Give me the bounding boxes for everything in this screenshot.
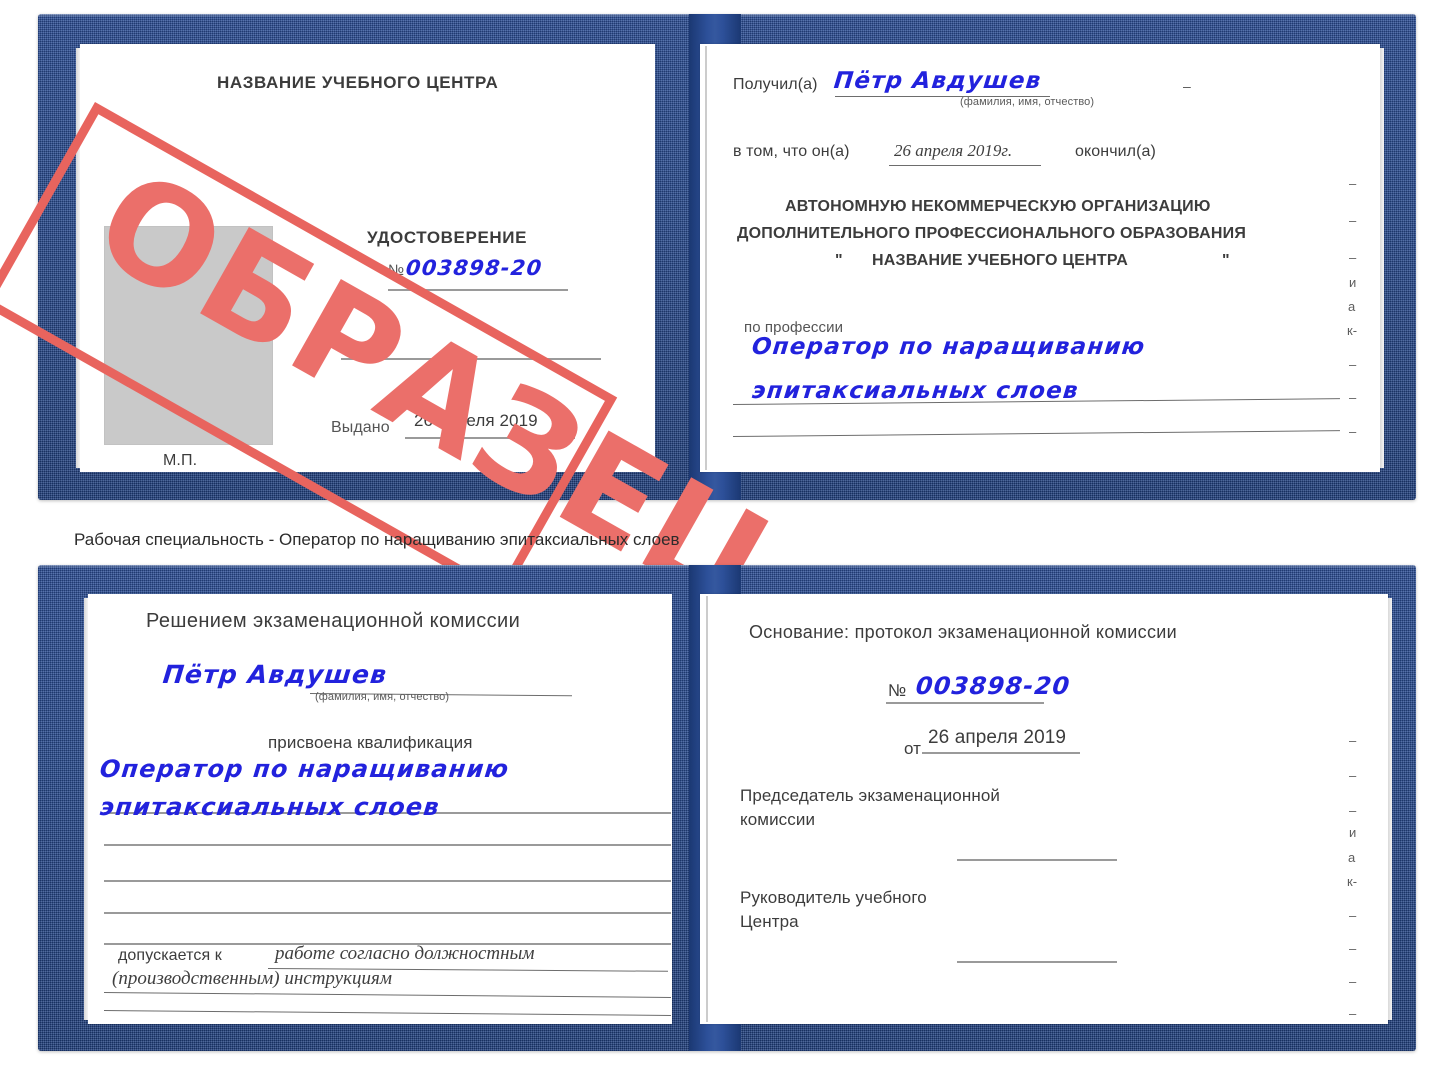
top-right-finished-label: окончил(а) xyxy=(1075,143,1156,160)
top-right-received-label: Получил(а) xyxy=(733,76,818,93)
top-left-doc-type: УДОСТОВЕРЕНИЕ xyxy=(367,228,528,247)
bottom-left-admitted-line2: (производственным) инструкциям xyxy=(112,968,392,989)
top-edge-fragment-5: к- xyxy=(1347,323,1358,338)
bottom-right-basis-label: Основание: протокол экзаменационной коми… xyxy=(749,622,1177,642)
bottom-left-page-edge xyxy=(84,598,88,1020)
bottom-left-qualification-label: присвоена квалификация xyxy=(268,733,473,752)
bottom-left-name-value: Пётр Авдушев xyxy=(161,660,389,689)
bottom-edge-fragment-1: – xyxy=(1349,768,1357,783)
top-edge-fragment-0: – xyxy=(1349,176,1357,191)
top-edge-fragment-1: – xyxy=(1349,213,1357,228)
top-left-number-rule xyxy=(388,289,568,291)
bottom-left-qual-rule-2 xyxy=(104,844,671,846)
bottom-right-date-value: 26 апреля 2019 xyxy=(928,727,1067,748)
top-edge-fragment-4: а xyxy=(1348,299,1356,314)
bottom-right-number-value: 003898-20 xyxy=(914,672,1072,700)
top-left-seal-label: М.П. xyxy=(163,452,198,469)
top-right-page-edge xyxy=(1380,48,1384,468)
top-left-issued-rule xyxy=(405,437,575,439)
bottom-right-chairman-signature-rule xyxy=(957,859,1117,861)
top-left-org-title: НАЗВАНИЕ УЧЕБНОГО ЦЕНТРА xyxy=(217,73,499,92)
top-edge-fragment-2: – xyxy=(1349,250,1357,265)
top-edge-fragment-3: и xyxy=(1349,275,1357,290)
top-right-completion-date: 26 апреля 2019г. xyxy=(894,141,1013,160)
top-edge-fragment-7: – xyxy=(1349,390,1357,405)
bottom-edge-fragment-2: – xyxy=(1349,803,1357,818)
top-right-org-quote-open: " xyxy=(835,252,843,269)
top-right-profession-line2: эпитаксиальных слоев xyxy=(750,378,1081,404)
photo-placeholder xyxy=(104,226,273,445)
bottom-edge-fragment-4: а xyxy=(1348,850,1356,865)
top-edge-fragment-8: – xyxy=(1349,424,1357,439)
bottom-left-qualification-line1: Оператор по наращиванию xyxy=(98,755,511,783)
bottom-right-head-line1: Руководитель учебного xyxy=(740,888,927,907)
top-right-dash-1: – xyxy=(1183,78,1191,94)
top-right-profession-line1: Оператор по наращиванию xyxy=(750,334,1147,360)
bottom-right-number-rule xyxy=(886,702,1044,704)
top-right-received-value: Пётр Авдушев xyxy=(832,68,1043,94)
top-right-org-line1: АВТОНОМНУЮ НЕКОММЕРЧЕСКУЮ ОРГАНИЗАЦИЮ xyxy=(785,198,1211,215)
bottom-left-qualification-line2: эпитаксиальных слоев xyxy=(98,793,442,821)
top-center-fold xyxy=(705,46,707,470)
bottom-edge-fragment-9: – xyxy=(1349,1006,1357,1021)
top-right-date-rule xyxy=(889,165,1041,166)
bottom-right-date-rule xyxy=(922,752,1080,754)
bottom-left-blank-rule-2 xyxy=(104,912,671,914)
bottom-left-blank-rule-1 xyxy=(104,880,671,882)
bottom-right-number-label: № xyxy=(888,681,907,700)
image-caption: Рабочая специальность - Оператор по нара… xyxy=(74,530,680,549)
top-left-number-value: 003898-20 xyxy=(404,256,544,280)
bottom-left-heading: Решением экзаменационной комиссии xyxy=(146,610,521,632)
top-left-page-edge xyxy=(76,48,80,468)
bottom-right-head-signature-rule xyxy=(957,961,1117,963)
top-left-number-label: № xyxy=(388,262,405,279)
bottom-edge-fragment-5: к- xyxy=(1347,874,1358,889)
top-right-org-line3: НАЗВАНИЕ УЧЕБНОГО ЦЕНТРА xyxy=(872,252,1129,269)
bottom-edge-fragment-0: – xyxy=(1349,733,1357,748)
bottom-right-head-line2: Центра xyxy=(740,912,799,931)
bottom-center-fold xyxy=(706,596,708,1022)
bottom-edge-fragment-6: – xyxy=(1349,908,1357,923)
bottom-right-date-label: от xyxy=(904,739,922,758)
bottom-edge-fragment-3: и xyxy=(1349,825,1357,840)
bottom-right-chairman-line1: Председатель экзаменационной xyxy=(740,786,1000,805)
top-right-fio-hint: (фамилия, имя, отчество) xyxy=(960,96,1095,108)
bottom-left-fio-hint: (фамилия, имя, отчество) xyxy=(315,691,450,703)
top-edge-fragment-6: – xyxy=(1349,357,1357,372)
bottom-right-chairman-line2: комиссии xyxy=(740,810,816,829)
top-right-org-line2: ДОПОЛНИТЕЛЬНОГО ПРОФЕССИОНАЛЬНОГО ОБРАЗО… xyxy=(737,225,1247,242)
bottom-edge-fragment-8: – xyxy=(1349,974,1357,989)
top-left-issued-value: 26 апреля 2019 xyxy=(414,411,538,430)
bottom-edge-fragment-7: – xyxy=(1349,941,1357,956)
top-left-issued-label: Выдано xyxy=(331,419,390,436)
bottom-left-admitted-line1: работе согласно должностным xyxy=(275,943,535,964)
bottom-left-admitted-label: допускается к xyxy=(118,947,222,964)
bottom-right-page xyxy=(700,594,1388,1024)
bottom-right-page-edge xyxy=(1388,598,1392,1020)
top-right-inthat-label: в том, что он(а) xyxy=(733,143,850,160)
top-right-org-quote-close: " xyxy=(1222,252,1230,269)
top-left-blank-rule-1 xyxy=(341,358,601,360)
